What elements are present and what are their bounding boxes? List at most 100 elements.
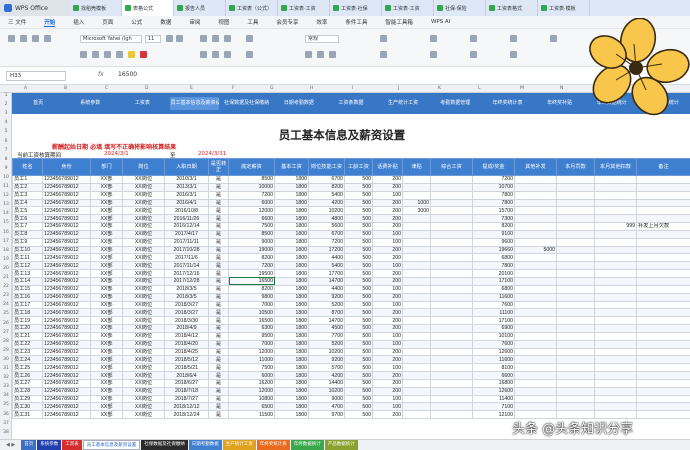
table-cell[interactable] [430,347,473,357]
table-cell[interactable]: 4200 [308,371,345,380]
row-header[interactable]: 11 [0,184,12,189]
table-cell[interactable]: 11000 [228,355,275,365]
table-cell[interactable]: 1800 [274,347,309,357]
doc-tab[interactable]: 工资表格式 [486,0,538,16]
table-cell[interactable]: 12600 [472,347,515,357]
table-cell[interactable]: 100 [372,394,403,404]
table-cell[interactable]: 4400 [308,284,345,294]
row-header[interactable]: 22 [0,284,12,289]
table-cell[interactable]: 123456789012 [42,253,91,263]
table-cell[interactable]: XX部 [90,237,123,247]
table-cell[interactable] [430,324,473,333]
table-cell[interactable]: 500 [344,284,373,294]
table-cell[interactable]: 200 [372,276,403,286]
table-cell[interactable] [514,292,557,302]
table-cell[interactable]: XX部 [90,355,123,365]
table-cell[interactable]: 1800 [274,182,309,192]
table-cell[interactable]: 员工16 [12,292,43,302]
table-cell[interactable] [430,363,473,373]
table-cell[interactable] [402,292,431,302]
sheet-tab[interactable]: 日期考勤数据 [188,440,222,450]
table-cell[interactable]: 1800 [274,229,309,239]
table-cell[interactable]: 200 [372,206,403,216]
table-cell[interactable] [402,214,431,224]
doc-tab[interactable]: 表格公式 [122,0,174,16]
table-cell[interactable]: 1800 [274,269,309,278]
table-cell[interactable]: 10500 [228,308,275,318]
table-cell[interactable]: 123456789012 [42,245,91,255]
table-cell[interactable]: 17200 [308,245,345,255]
table-cell[interactable]: 员工30 [12,402,43,412]
table-cell[interactable]: 200 [372,308,403,318]
table-cell[interactable] [594,214,637,224]
table-cell[interactable]: 员工14 [12,276,43,286]
table-cell[interactable]: 员工21 [12,331,43,341]
table-cell[interactable]: 员工11 [12,253,43,263]
menu-item[interactable]: 智能工具箱 [385,18,413,26]
table-cell[interactable]: 3000 [402,206,431,216]
table-cell[interactable]: 是 [208,198,229,208]
table-cell[interactable]: 9100 [472,229,515,239]
table-cell[interactable]: 123456789012 [42,300,91,310]
align-top-icon[interactable] [200,35,207,42]
table-cell[interactable]: 500 [344,292,373,302]
table-cell[interactable]: XX岗位 [122,331,165,341]
table-cell[interactable] [636,316,690,326]
table-cell[interactable]: 员工8 [12,229,43,239]
table-cell[interactable]: XX部 [90,292,123,302]
nav-button[interactable]: 员工基本信息及薪资设置 [170,97,219,110]
table-cell[interactable]: XX岗位 [122,363,165,373]
table-cell[interactable]: XX岗位 [122,237,165,247]
table-cell[interactable]: 员工5 [12,206,43,216]
table-cell[interactable]: 123456789012 [42,386,91,396]
table-cell[interactable] [402,316,431,326]
table-cell[interactable]: 500 [344,316,373,326]
table-cell[interactable]: 500 [344,222,373,231]
table-cell[interactable] [514,339,557,349]
row-header[interactable]: 30 [0,357,12,362]
row-header[interactable]: 13 [0,202,12,207]
table-cell[interactable] [430,198,473,208]
table-cell[interactable]: 1800 [274,300,309,310]
table-cell[interactable]: 500 [344,347,373,357]
table-cell[interactable]: 500 [344,276,373,286]
table-cell[interactable]: 17100 [472,316,515,326]
table-cell[interactable]: 123456789012 [42,347,91,357]
table-cell[interactable]: 9200 [308,355,345,365]
table-cell[interactable] [636,198,690,208]
table-cell[interactable]: 1800 [274,253,309,263]
table-cell[interactable]: XX岗位 [122,386,165,396]
table-cell[interactable] [514,190,557,200]
fx-icon[interactable]: fx [98,71,104,78]
row-header[interactable]: 37 [0,421,12,426]
table-cell[interactable] [556,269,595,278]
table-cell[interactable]: 123456789012 [42,371,91,380]
table-cell[interactable]: 10000 [228,182,275,192]
cut-icon[interactable] [20,35,27,42]
table-cell[interactable]: XX岗位 [122,261,165,271]
table-cell[interactable] [514,331,557,341]
table-cell[interactable]: 2018/12/24 [164,410,209,420]
wrap-text-icon[interactable] [246,51,253,58]
row-header[interactable]: 8 [0,157,12,162]
table-cell[interactable]: 100 [372,339,403,349]
sheet-tab[interactable]: 系统参数 [37,440,62,450]
table-cell[interactable] [514,300,557,310]
table-cell[interactable]: XX岗位 [122,276,165,286]
table-cell[interactable] [636,190,690,200]
table-cell[interactable] [402,222,431,231]
table-cell[interactable]: 123456789012 [42,324,91,333]
table-cell[interactable] [514,316,557,326]
table-cell[interactable] [430,410,473,420]
table-cell[interactable]: 10200 [308,386,345,396]
sheet-tab[interactable]: 社保数据及社保缴纳 [141,440,188,450]
table-cell[interactable] [594,276,637,286]
table-cell[interactable]: 2018/12/12 [164,402,209,412]
table-cell[interactable] [556,222,595,231]
row-header[interactable]: 23 [0,293,12,298]
table-cell[interactable]: 123456789012 [42,198,91,208]
table-cell[interactable]: XX部 [90,410,123,420]
menu-item[interactable]: 会员专享 [276,18,298,26]
table-cell[interactable] [594,292,637,302]
table-cell[interactable]: 1800 [274,363,309,373]
